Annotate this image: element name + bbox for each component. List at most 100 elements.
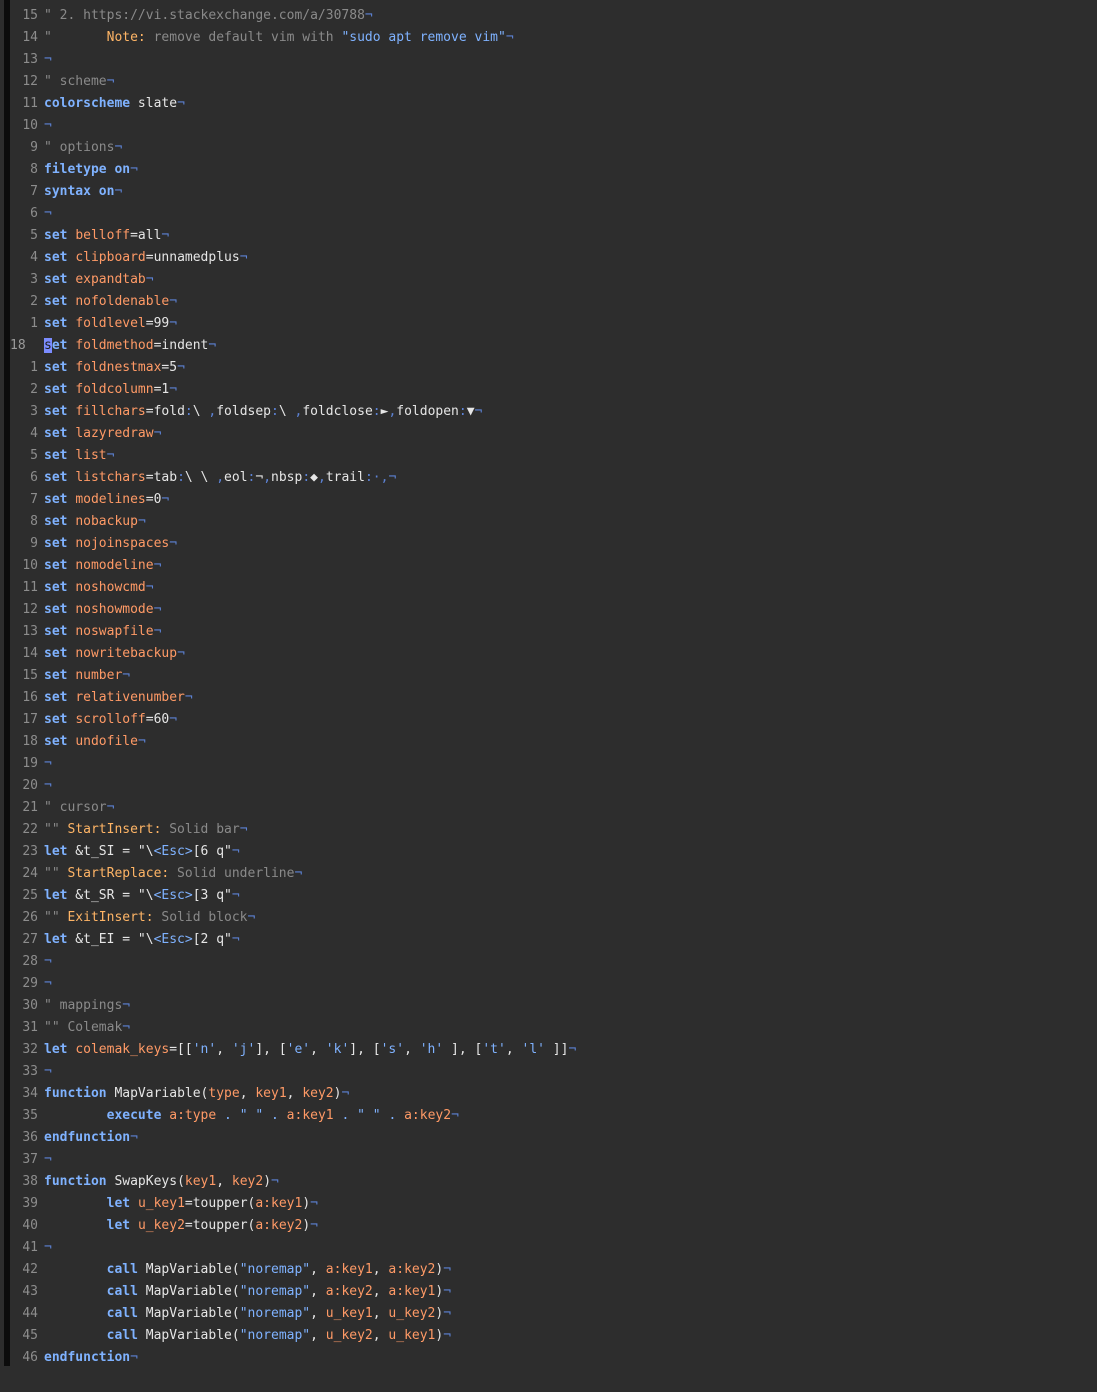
code-line[interactable]: 3 set fillchars=fold:\ ,foldsep:\ ,foldcl… (10, 401, 1097, 423)
syntax-token: u_key1 (137, 1196, 185, 1211)
code-line[interactable]: 30 " mappings¬ (10, 995, 1097, 1017)
code-line[interactable]: 20 ¬ (10, 775, 1097, 797)
code-line[interactable]: 15 " 2. https://vi.stackexchange.com/a/30… (10, 5, 1097, 27)
syntax-token: 'n' (192, 1042, 217, 1057)
syntax-token: , (310, 1306, 326, 1321)
syntax-token: a:key1 (255, 1196, 303, 1211)
syntax-token: ]] (544, 1042, 569, 1057)
syntax-token: colorscheme (44, 96, 131, 111)
code-line[interactable]: 18 set undofile¬ (10, 731, 1097, 753)
code-line[interactable]: 14 " Note: remove default vim with "sudo … (10, 27, 1097, 49)
code-line[interactable]: 37 ¬ (10, 1149, 1097, 1171)
code-line[interactable]: 32 let colemak_keys=[['n', 'j'], ['e', 'k… (10, 1039, 1097, 1061)
code-line[interactable]: 23 let &t_SI = "\<Esc>[6 q"¬ (10, 841, 1097, 863)
line-number: 2 (30, 294, 38, 309)
code-line[interactable]: 10 set nomodeline¬ (10, 555, 1097, 577)
code-line[interactable]: 1 set foldlevel=99¬ (10, 313, 1097, 335)
code-line[interactable]: 7 syntax on¬ (10, 181, 1097, 203)
syntax-token: , (286, 1086, 303, 1101)
code-line[interactable]: 6 ¬ (10, 203, 1097, 225)
syntax-token: , (372, 1306, 389, 1321)
syntax-token (44, 1262, 107, 1277)
code-line[interactable]: 29 ¬ (10, 973, 1097, 995)
code-line[interactable]: 8 filetype on¬ (10, 159, 1097, 181)
code-line[interactable]: 7 set modelines=0¬ (10, 489, 1097, 511)
code-line[interactable]: 25 let &t_SR = "\<Esc>[3 q"¬ (10, 885, 1097, 907)
code-line[interactable]: 1 set foldnestmax=5¬ (10, 357, 1097, 379)
code-line[interactable]: 3 set expandtab¬ (10, 269, 1097, 291)
line-text: ¬ (44, 973, 52, 995)
syntax-token: listchars (75, 470, 146, 485)
code-line[interactable]: 34 function MapVariable(type, key1, key2)… (10, 1083, 1097, 1105)
code-line[interactable]: 26 "" ExitInsert: Solid block¬ (10, 907, 1097, 929)
code-line[interactable]: 2 set foldcolumn=1¬ (10, 379, 1097, 401)
listchar-token: , (216, 470, 225, 485)
listchar-token: : (302, 470, 311, 485)
current-line[interactable]: 18 set foldmethod=indent¬ (10, 335, 1097, 357)
code-line[interactable]: 21 " cursor¬ (10, 797, 1097, 819)
syntax-token: a:key1 (325, 1262, 373, 1277)
code-line[interactable]: 45 call MapVariable("noremap", u_key2, u… (10, 1325, 1097, 1347)
listchar-token: ¬ (137, 734, 146, 749)
syntax-token: let (44, 1042, 68, 1057)
code-line[interactable]: 8 set nobackup¬ (10, 511, 1097, 533)
code-line[interactable]: 44 call MapVariable("noremap", u_key1, u… (10, 1303, 1097, 1325)
code-line[interactable]: 40 let u_key2=toupper(a:key2)¬ (10, 1215, 1097, 1237)
code-line[interactable]: 46 endfunction¬ (10, 1347, 1097, 1369)
syntax-token: undofile (75, 734, 138, 749)
code-line[interactable]: 9 " options¬ (10, 137, 1097, 159)
code-line[interactable]: 42 call MapVariable("noremap", a:key1, a… (10, 1259, 1097, 1281)
code-line[interactable]: 22 "" StartInsert: Solid bar¬ (10, 819, 1097, 841)
code-line[interactable]: 11 set noshowcmd¬ (10, 577, 1097, 599)
code-line[interactable]: 39 let u_key1=toupper(a:key1)¬ (10, 1193, 1097, 1215)
code-line[interactable]: 35 execute a:type . " " . a:key1 . " " .… (10, 1105, 1097, 1127)
code-line[interactable]: 4 set lazyredraw¬ (10, 423, 1097, 445)
code-line[interactable]: 17 set scrolloff=60¬ (10, 709, 1097, 731)
code-line[interactable]: 24 "" StartReplace: Solid underline¬ (10, 863, 1097, 885)
code-line[interactable]: 12 " scheme¬ (10, 71, 1097, 93)
code-line[interactable]: 13 set noswapfile¬ (10, 621, 1097, 643)
syntax-token: ExitInsert: (67, 910, 154, 925)
code-line[interactable]: 4 set clipboard=unnamedplus¬ (10, 247, 1097, 269)
syntax-token: set (44, 580, 68, 595)
text-buffer[interactable]: 15 " 2. https://vi.stackexchange.com/a/30… (10, 5, 1097, 1369)
code-line[interactable]: 41 ¬ (10, 1237, 1097, 1259)
code-line[interactable]: 33 ¬ (10, 1061, 1097, 1083)
code-line[interactable]: 5 set list¬ (10, 445, 1097, 467)
code-line[interactable]: 2 set nofoldenable¬ (10, 291, 1097, 313)
syntax-token: "noremap" (239, 1328, 311, 1343)
code-line[interactable]: 12 set noshowmode¬ (10, 599, 1097, 621)
code-line[interactable]: 43 call MapVariable("noremap", a:key2, a… (10, 1281, 1097, 1303)
code-line[interactable]: 13 ¬ (10, 49, 1097, 71)
code-line[interactable]: 10 ¬ (10, 115, 1097, 137)
code-line[interactable]: 31 "" Colemak¬ (10, 1017, 1097, 1039)
line-text: set nobackup¬ (44, 511, 146, 533)
syntax-token: slate (130, 96, 178, 111)
syntax-token: modelines (75, 492, 146, 507)
code-line[interactable]: 28 ¬ (10, 951, 1097, 973)
listchar-token: ¬ (44, 976, 52, 991)
syntax-token: a:key2 (255, 1218, 303, 1233)
code-line[interactable]: 14 set nowritebackup¬ (10, 643, 1097, 665)
code-line[interactable]: 11 colorscheme slate¬ (10, 93, 1097, 115)
line-number: 13 (22, 52, 38, 67)
vim-editor[interactable]: 15 " 2. https://vi.stackexchange.com/a/30… (0, 0, 1097, 1392)
code-line[interactable]: 36 endfunction¬ (10, 1127, 1097, 1149)
listchar-token: ¬ (388, 470, 397, 485)
code-line[interactable]: 19 ¬ (10, 753, 1097, 775)
code-line[interactable]: 38 function SwapKeys(key1, key2)¬ (10, 1171, 1097, 1193)
listchar-token: ¬ (443, 1306, 452, 1321)
syntax-token: let (106, 1218, 131, 1233)
code-line[interactable]: 6 set listchars=tab:\ \ ,eol:¬,nbsp:◆,tra… (10, 467, 1097, 489)
code-line[interactable]: 16 set relativenumber¬ (10, 687, 1097, 709)
listchar-token: ¬ (169, 712, 178, 727)
code-line[interactable]: 15 set number¬ (10, 665, 1097, 687)
line-text: set list¬ (44, 445, 114, 467)
line-text: call MapVariable("noremap", a:key1, a:ke… (44, 1259, 451, 1281)
code-line[interactable]: 9 set nojoinspaces¬ (10, 533, 1097, 555)
code-line[interactable]: 5 set belloff=all¬ (10, 225, 1097, 247)
code-line[interactable]: 27 let &t_EI = "\<Esc>[2 q"¬ (10, 929, 1097, 951)
listchar-token: ¬ (364, 8, 373, 23)
line-text: execute a:type . " " . a:key1 . " " . a:… (44, 1105, 459, 1127)
line-text: set foldnestmax=5¬ (44, 357, 185, 379)
